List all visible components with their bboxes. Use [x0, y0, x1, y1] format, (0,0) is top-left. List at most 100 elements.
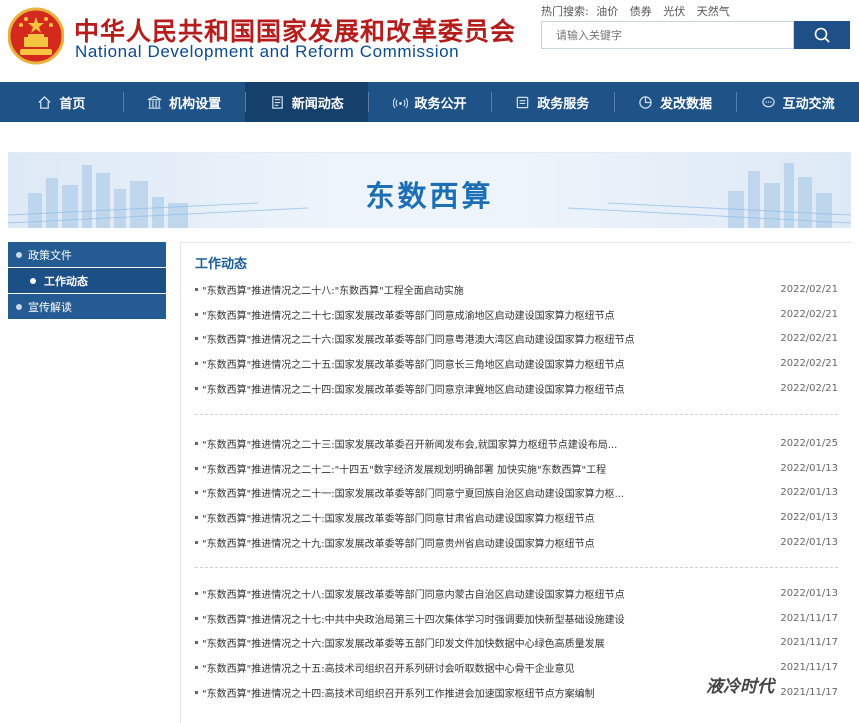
- news-content-panel: 工作动态 "东数西算"推进情况之二十八:"东数西算"工程全面启动实施 2022/0…: [180, 242, 851, 723]
- sidebar-item-label: 政策文件: [28, 248, 72, 262]
- bullet-icon: [195, 641, 198, 645]
- nav-item-label: 首页: [59, 96, 86, 112]
- nav-item-label: 新闻动态: [291, 96, 344, 112]
- nav-item-news[interactable]: 新闻动态: [245, 82, 369, 122]
- sidebar-item-interpretation[interactable]: 宣传解读: [8, 294, 166, 320]
- list-item[interactable]: "东数西算"推进情况之二十五:国家发展改革委等部门同意长三角地区启动建设国家算力…: [195, 351, 838, 376]
- news-title-link[interactable]: "东数西算"推进情况之二十一:国家发展改革委等部门同意宁夏回族自治区启动建设国家…: [202, 485, 624, 500]
- nav-item-label: 政务公开: [414, 96, 467, 112]
- nav-item-government-affairs[interactable]: 政务公开: [368, 82, 491, 122]
- list-item[interactable]: "东数西算"推进情况之二十七:国家发展改革委等部门同意成渝地区启动建设国家算力枢…: [195, 302, 838, 327]
- news-date: 2022/02/21: [780, 283, 838, 295]
- news-title-link[interactable]: "东数西算"推进情况之二十四:国家发展改革委等部门同意京津冀地区启动建设国家算力…: [202, 381, 625, 396]
- national-emblem-icon: [8, 7, 64, 65]
- sidebar-item-work-updates[interactable]: 工作动态: [8, 268, 166, 294]
- news-date: 2022/01/25: [780, 437, 838, 449]
- pie-chart-icon: [639, 95, 652, 109]
- bullet-icon: [30, 277, 36, 284]
- list-item[interactable]: "东数西算"推进情况之十八:国家发展改革委等部门同意内蒙古自治区启动建设国家算力…: [195, 581, 838, 606]
- hot-search-label: 热门搜索:: [541, 5, 589, 18]
- news-title-link[interactable]: "东数西算"推进情况之二十二:"十四五"数字经济发展规划明确部署 加快实施"东数…: [202, 461, 606, 476]
- nav-item-services[interactable]: 政务服务: [490, 82, 614, 122]
- hot-term-link[interactable]: 油价: [596, 5, 618, 18]
- news-date: 2022/01/13: [780, 462, 838, 474]
- hot-term-link[interactable]: 债券: [630, 5, 652, 18]
- bullet-icon: [195, 441, 198, 445]
- site-header: 中华人民共和国国家发展和改革委员会 National Development a…: [0, 0, 859, 82]
- sidebar-item-label: 宣传解读: [28, 300, 72, 314]
- news-date: 2022/02/21: [780, 308, 838, 320]
- news-date: 2022/02/21: [780, 382, 838, 394]
- list-item[interactable]: "东数西算"推进情况之二十四:国家发展改革委等部门同意京津冀地区启动建设国家算力…: [195, 376, 838, 401]
- list-item[interactable]: "东数西算"推进情况之二十六:国家发展改革委等部门同意粤港澳大湾区启动建设国家算…: [195, 326, 838, 351]
- list-item[interactable]: "东数西算"推进情况之二十二:"十四五"数字经济发展规划明确部署 加快实施"东数…: [195, 456, 838, 481]
- hot-term-link[interactable]: 光伏: [663, 5, 685, 18]
- nav-item-label: 政务服务: [537, 96, 590, 112]
- bullet-icon: [195, 616, 198, 620]
- search-button[interactable]: [794, 21, 850, 49]
- bullet-icon: [195, 386, 198, 390]
- news-list: "东数西算"推进情况之二十八:"东数西算"工程全面启动实施 2022/02/21 "…: [195, 277, 838, 400]
- bullet-icon: [195, 515, 198, 519]
- bullet-icon: [195, 690, 198, 694]
- news-title-link[interactable]: "东数西算"推进情况之十六:国家发展改革委等五部门印发文件加快数据中心绿色高质量…: [202, 635, 605, 650]
- search-box: [541, 21, 794, 49]
- news-title-link[interactable]: "东数西算"推进情况之十五:高技术司组织召开系列研讨会听取数据中心骨干企业意见: [202, 660, 575, 675]
- list-item[interactable]: "东数西算"推进情况之二十一:国家发展改革委等部门同意宁夏回族自治区启动建设国家…: [195, 480, 838, 505]
- nav-item-interaction[interactable]: 互动交流: [736, 82, 859, 122]
- broadcast-icon: [392, 97, 408, 108]
- bullet-icon: [195, 591, 198, 595]
- news-icon: [271, 95, 283, 109]
- list-item[interactable]: "东数西算"推进情况之二十八:"东数西算"工程全面启动实施 2022/02/21: [195, 277, 838, 302]
- list-item[interactable]: "东数西算"推进情况之十七:中共中央政治局第三十四次集体学习时强调要加快新型基础…: [195, 606, 838, 631]
- news-title-link[interactable]: "东数西算"推进情况之二十八:"东数西算"工程全面启动实施: [202, 282, 464, 297]
- section-title: 工作动态: [195, 257, 248, 272]
- list-item[interactable]: "东数西算"推进情况之二十三:国家发展改革委召开新闻发布会,就国家算力枢纽节点建…: [195, 431, 838, 456]
- nav-item-label: 发改数据: [659, 96, 712, 112]
- search-icon: [814, 27, 830, 43]
- sidebar-item-policy-documents[interactable]: 政策文件: [8, 242, 166, 268]
- news-title-link[interactable]: "东数西算"推进情况之十七:中共中央政治局第三十四次集体学习时强调要加快新型基础…: [202, 611, 625, 626]
- bullet-icon: [195, 287, 198, 291]
- sidebar-item-label: 工作动态: [44, 274, 88, 288]
- news-title-link[interactable]: "东数西算"推进情况之十九:国家发展改革委等部门同意贵州省启动建设国家算力枢纽节…: [202, 535, 595, 550]
- service-icon: [516, 96, 529, 108]
- news-title-link[interactable]: "东数西算"推进情况之二十三:国家发展改革委召开新闻发布会,就国家算力枢纽节点建…: [202, 436, 617, 451]
- news-title-link[interactable]: "东数西算"推进情况之十四:高技术司组织召开系列工作推进会加速国家枢纽节点方案编…: [202, 685, 595, 700]
- bullet-icon: [195, 312, 198, 316]
- bullet-icon: [195, 337, 198, 341]
- list-item[interactable]: "东数西算"推进情况之十六:国家发展改革委等五部门印发文件加快数据中心绿色高质量…: [195, 630, 838, 655]
- news-title-link[interactable]: "东数西算"推进情况之二十七:国家发展改革委等部门同意成渝地区启动建设国家算力枢…: [202, 307, 615, 322]
- nav-item-home[interactable]: 首页: [0, 82, 123, 122]
- news-date: 2022/01/13: [780, 487, 838, 499]
- building-icon: [147, 95, 162, 109]
- hot-search-bar: 热门搜索: 油价 债券 光伏 天然气: [541, 3, 738, 19]
- news-title-link[interactable]: "东数西算"推进情况之二十:国家发展改革委等部门同意甘肃省启动建设国家算力枢纽节…: [202, 510, 595, 525]
- news-title-link[interactable]: "东数西算"推进情况之十八:国家发展改革委等部门同意内蒙古自治区启动建设国家算力…: [202, 586, 625, 601]
- search-input[interactable]: [542, 22, 793, 48]
- site-title-en[interactable]: National Development and Reform Commissi…: [75, 42, 459, 62]
- news-title-link[interactable]: "东数西算"推进情况之二十五:国家发展改革委等部门同意长三角地区启动建设国家算力…: [202, 356, 625, 371]
- nav-item-organization[interactable]: 机构设置: [122, 82, 246, 122]
- news-date: 2022/02/21: [780, 333, 838, 345]
- news-date: 2021/11/17: [780, 686, 838, 698]
- home-icon: [38, 95, 51, 109]
- nav-item-data[interactable]: 发改数据: [613, 82, 737, 122]
- main-nav: 首页 机构设置 新闻动态 政务公开 政务服务 发改数据 互动交流: [0, 82, 859, 122]
- news-date: 2022/02/21: [780, 357, 838, 369]
- list-item[interactable]: "东数西算"推进情况之二十:国家发展改革委等部门同意甘肃省启动建设国家算力枢纽节…: [195, 505, 838, 530]
- news-title-link[interactable]: "东数西算"推进情况之二十六:国家发展改革委等部门同意粤港澳大湾区启动建设国家算…: [202, 331, 635, 346]
- hot-term-link[interactable]: 天然气: [697, 5, 730, 18]
- group-divider: [195, 414, 838, 415]
- bullet-icon: [195, 466, 198, 470]
- list-item[interactable]: "东数西算"推进情况之十九:国家发展改革委等部门同意贵州省启动建设国家算力枢纽节…: [195, 530, 838, 555]
- group-divider: [195, 567, 838, 568]
- bullet-icon: [16, 251, 22, 258]
- bullet-icon: [16, 303, 22, 310]
- sidebar-menu: 政策文件 工作动态 宣传解读: [8, 242, 166, 320]
- news-date: 2021/11/17: [780, 661, 838, 673]
- news-date: 2022/01/13: [780, 536, 838, 548]
- banner-title: 东数西算: [365, 179, 494, 213]
- watermark-text: 液冷时代: [706, 677, 774, 697]
- bullet-icon: [195, 361, 198, 365]
